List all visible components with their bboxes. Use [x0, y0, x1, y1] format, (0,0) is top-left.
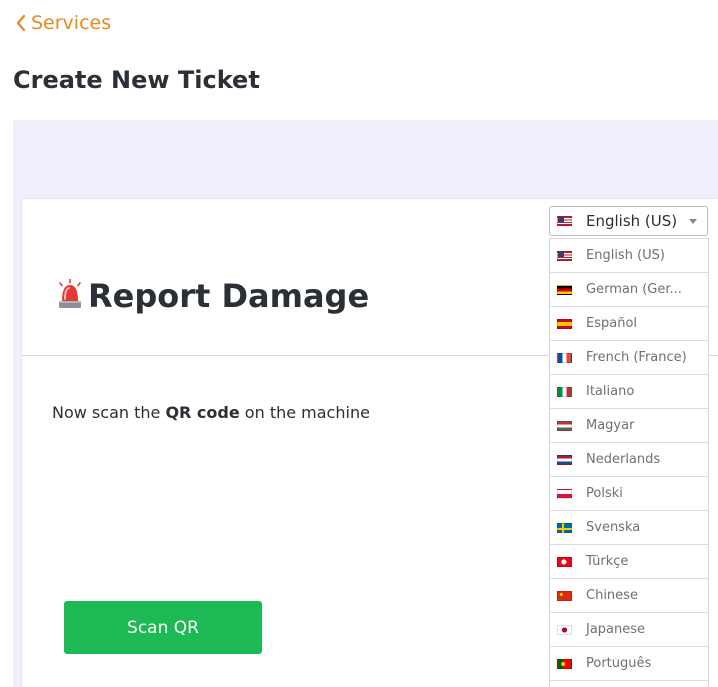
caret-down-icon — [689, 219, 697, 224]
se-flag-icon — [557, 522, 572, 533]
card-title-text: Report Damage — [88, 277, 370, 315]
language-option-italiano[interactable]: Italiano — [550, 375, 708, 409]
pt-flag-icon — [557, 658, 572, 669]
language-option-label: English (US) — [586, 248, 665, 263]
back-link-services[interactable]: Services — [15, 12, 111, 34]
language-option-label: Polski — [586, 486, 623, 501]
instruction-suffix: on the machine — [239, 403, 370, 422]
language-option-magyar[interactable]: Magyar — [550, 409, 708, 443]
language-option-nederlands[interactable]: Nederlands — [550, 443, 708, 477]
language-option-turkce[interactable]: Türkçe — [550, 545, 708, 579]
language-option-label: Nederlands — [586, 452, 661, 467]
hu-flag-icon — [557, 420, 572, 431]
chevron-left-icon — [16, 14, 26, 32]
fr-flag-icon — [557, 352, 572, 363]
cn-flag-icon — [557, 590, 572, 601]
it-flag-icon — [557, 386, 572, 397]
back-link-label: Services — [31, 12, 112, 34]
jp-flag-icon — [557, 624, 572, 635]
language-option-french[interactable]: French (France) — [550, 341, 708, 375]
page-title: Create New Ticket — [13, 66, 260, 94]
language-dropdown: English (US) German (Ger... Español Fren… — [549, 238, 709, 687]
language-option-chinese[interactable]: Chinese — [550, 579, 708, 613]
pl-flag-icon — [557, 488, 572, 499]
language-select[interactable]: English (US) — [549, 206, 708, 236]
instruction-prefix: Now scan the — [52, 403, 166, 422]
es-flag-icon — [557, 318, 572, 329]
de-flag-icon — [557, 284, 572, 295]
tr-flag-icon — [557, 556, 572, 567]
us-flag-icon — [557, 216, 572, 226]
language-option-label: German (Ger... — [586, 282, 682, 297]
scan-qr-button[interactable]: Scan QR — [64, 601, 262, 654]
language-option-label: Japanese — [586, 622, 646, 637]
language-option-label: Magyar — [586, 418, 635, 433]
nl-flag-icon — [557, 454, 572, 465]
language-option-label: Türkçe — [586, 554, 629, 569]
language-option-label: French (France) — [586, 350, 687, 365]
language-option-polski[interactable]: Polski — [550, 477, 708, 511]
scan-instruction: Now scan the QR code on the machine — [52, 403, 370, 422]
us-flag-icon — [557, 250, 572, 261]
language-option-label: Chinese — [586, 588, 638, 603]
language-option-svenska[interactable]: Svenska — [550, 511, 708, 545]
language-option-label: Svenska — [586, 520, 641, 535]
language-option-label: Italiano — [586, 384, 635, 399]
language-select-value: English (US) — [586, 212, 678, 230]
language-option-english-us[interactable]: English (US) — [550, 239, 708, 273]
siren-icon — [59, 279, 81, 308]
instruction-qr-code: QR code — [165, 403, 240, 422]
language-option-espanol[interactable]: Español — [550, 307, 708, 341]
language-option-label: Português — [586, 656, 652, 671]
language-option-german[interactable]: German (Ger... — [550, 273, 708, 307]
card-title: Report Damage — [54, 277, 369, 315]
language-option-japanese[interactable]: Japanese — [550, 613, 708, 647]
language-option-label: Español — [586, 316, 638, 331]
language-option-portugues[interactable]: Português — [550, 647, 708, 681]
